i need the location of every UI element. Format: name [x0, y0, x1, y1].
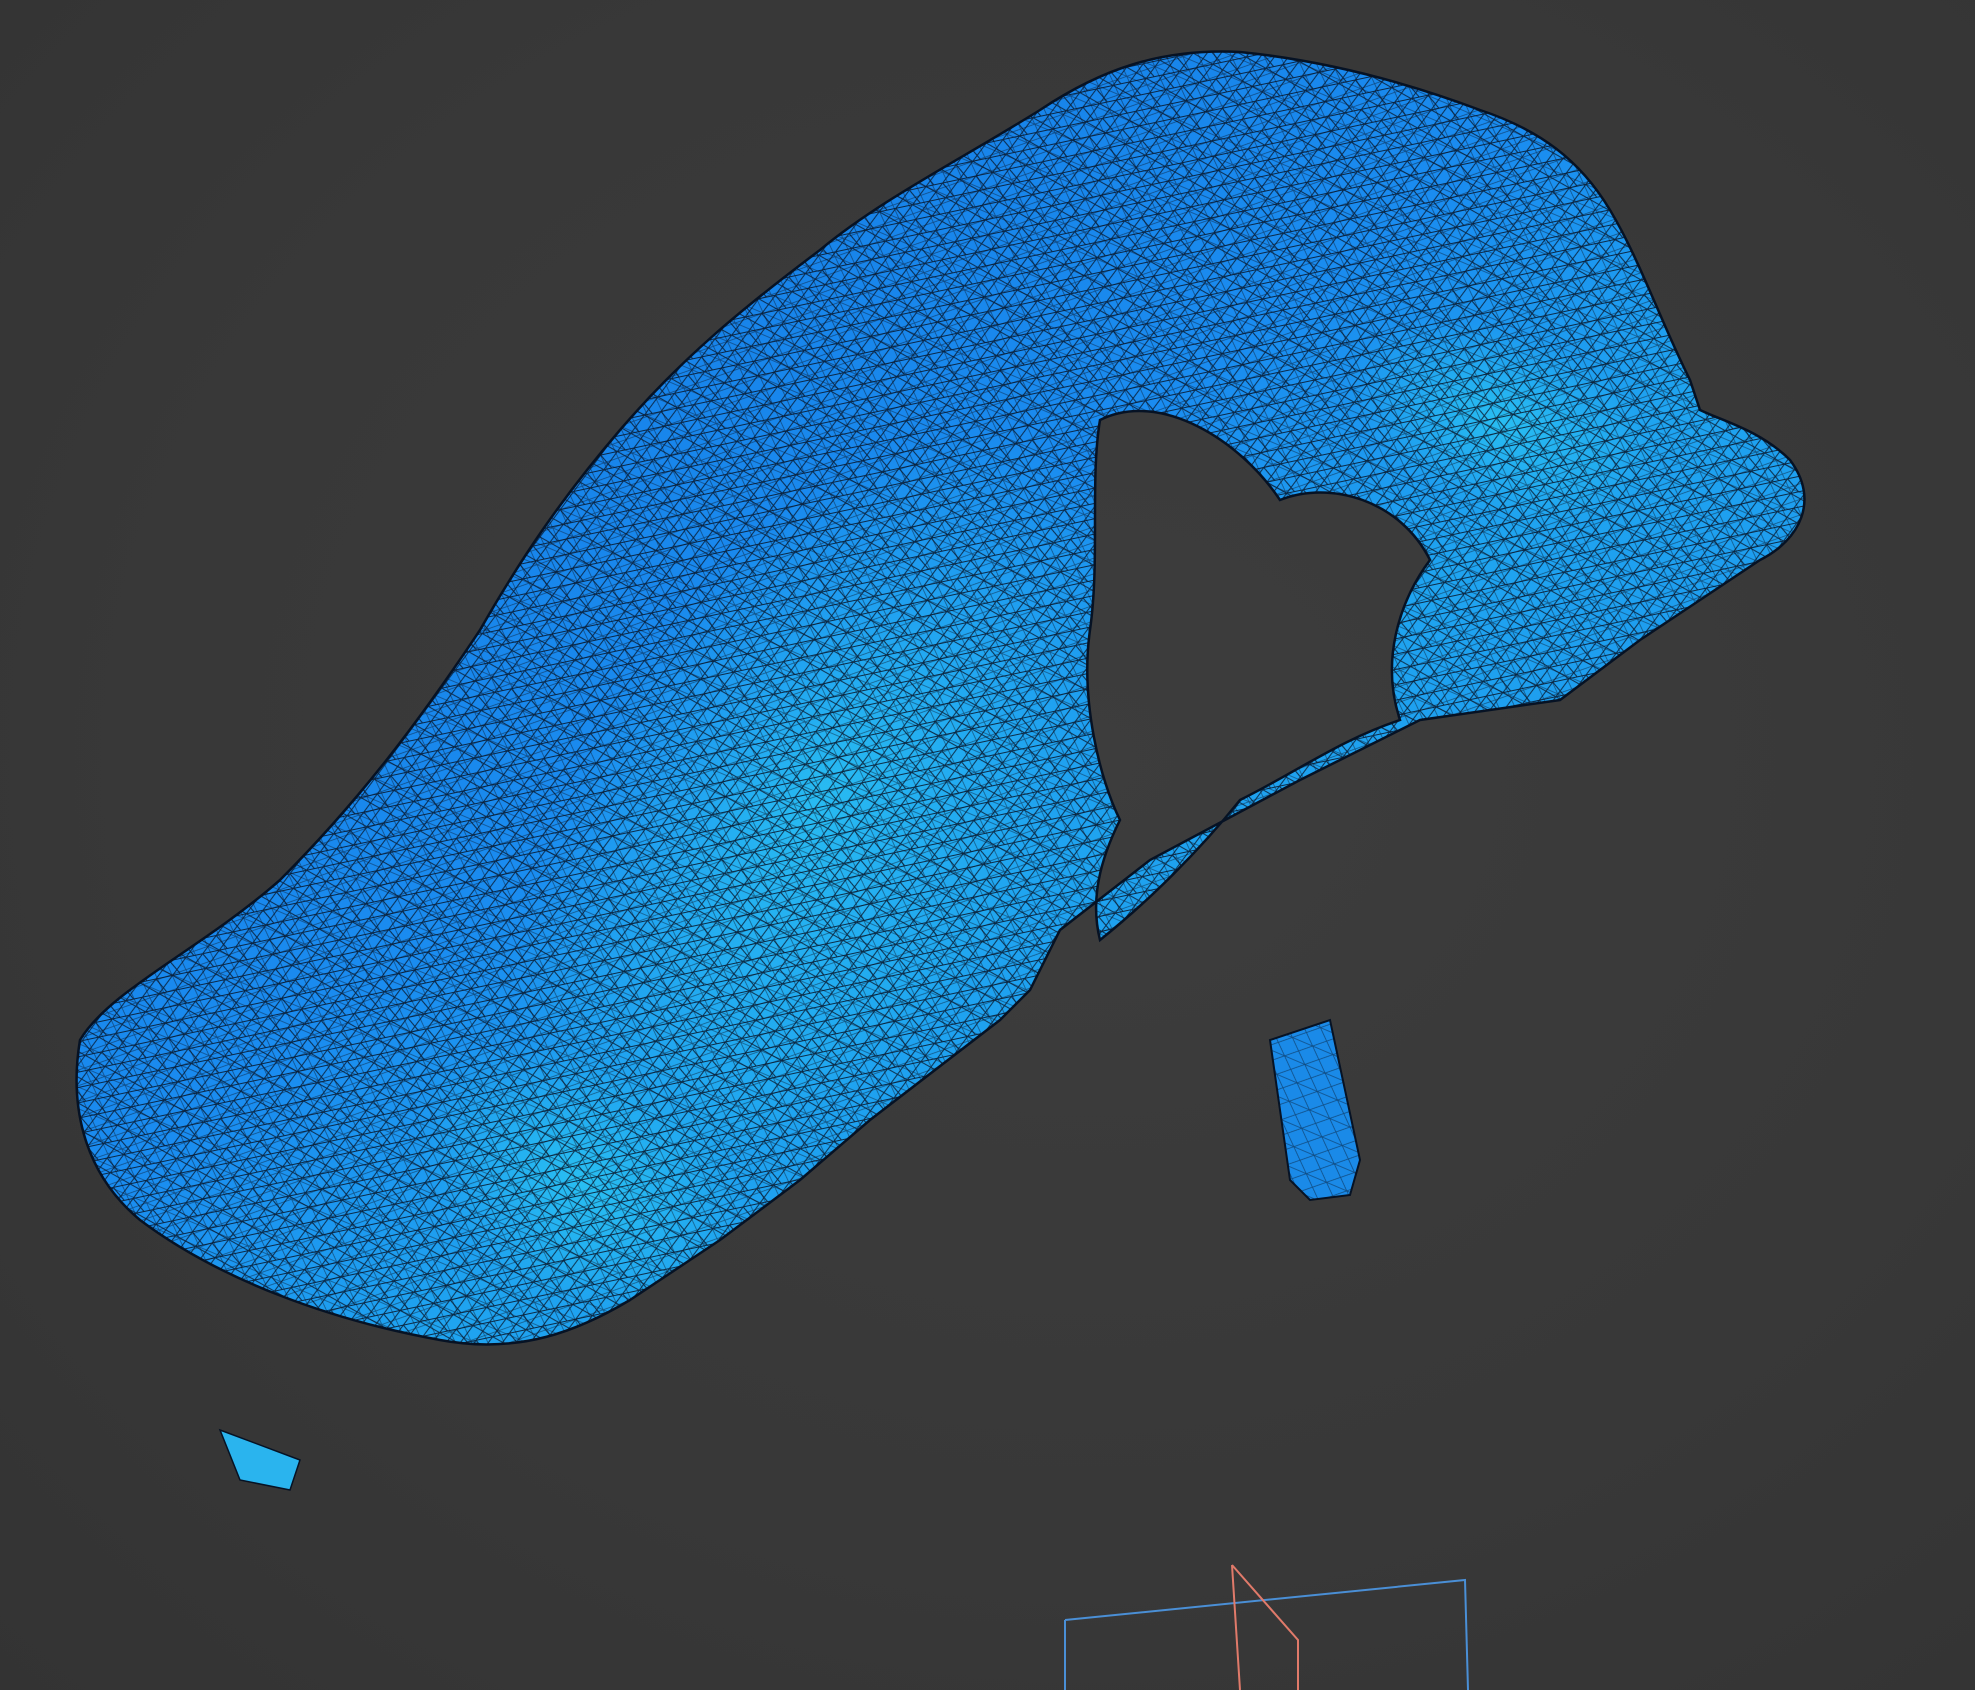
- gizmo-frame: [1064, 1578, 1469, 1690]
- mesh-notch: [218, 1428, 301, 1491]
- gizmo-plane: [1231, 1564, 1299, 1690]
- scene-canvas[interactable]: [0, 0, 1975, 1690]
- scan-mesh[interactable]: [0, 0, 1975, 1690]
- view-gizmo[interactable]: [1064, 1564, 1469, 1690]
- mesh-strut: [1268, 1018, 1362, 1202]
- 3d-viewport[interactable]: [0, 0, 1975, 1690]
